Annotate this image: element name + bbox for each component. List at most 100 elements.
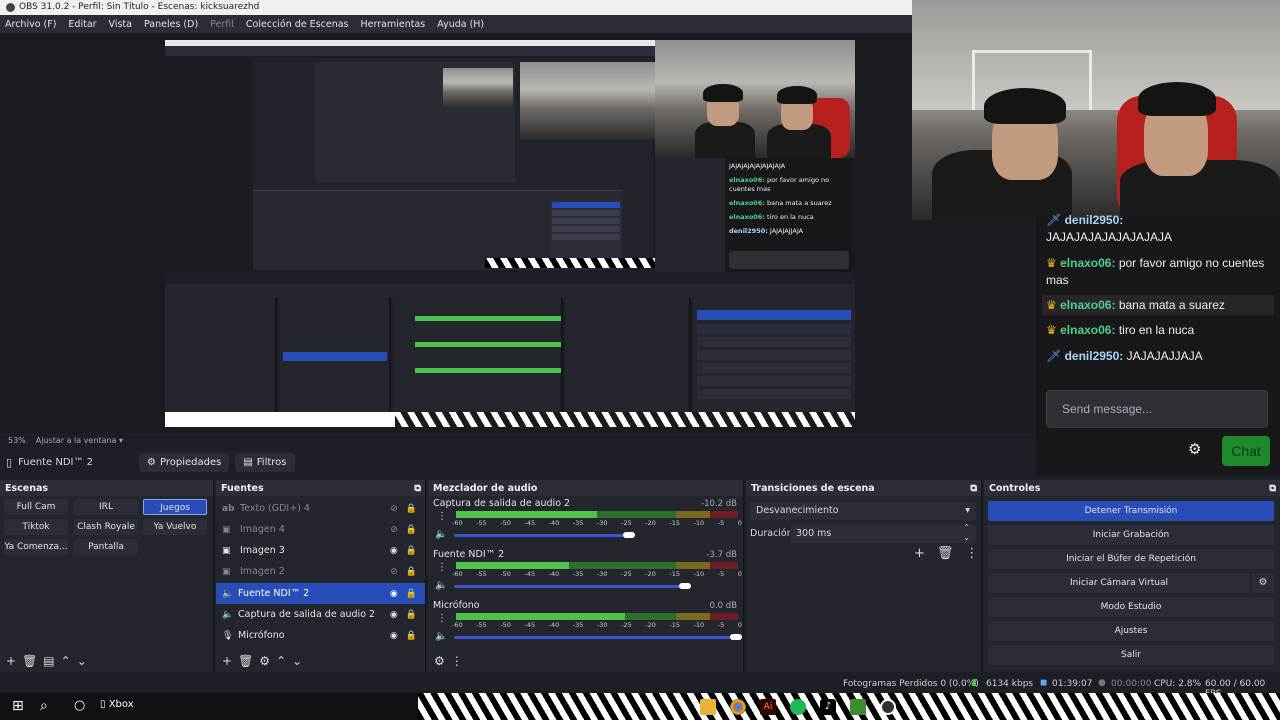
mixer-settings-icon[interactable]: ⚙ [434, 654, 445, 668]
eye-hidden-icon[interactable]: ⊘ [390, 525, 398, 535]
lock-icon[interactable]: 🔒 [406, 610, 417, 620]
arrow-down-icon[interactable]: ⌄ [77, 654, 87, 668]
chat-message-text: bana mata a suarez [1118, 298, 1225, 312]
scene-tiktok[interactable]: Tiktok [4, 519, 68, 535]
volume-slider-handle[interactable] [730, 634, 742, 640]
volume-slider[interactable] [454, 636, 736, 639]
add-scene-icon[interactable]: + [6, 654, 16, 668]
dock-undock-icon[interactable]: ⧉ [970, 483, 977, 494]
transition-select[interactable]: Desvanecimiento ▾ [750, 502, 976, 520]
lock-icon[interactable]: 🔒 [406, 567, 417, 577]
trash-icon[interactable]: 🗑 [22, 654, 37, 668]
scene-irl[interactable]: IRL [74, 499, 138, 515]
menu-paneles[interactable]: Paneles (D) [144, 19, 198, 30]
speaker-icon[interactable]: 🔈 [435, 580, 447, 591]
menu-coleccion-escenas[interactable]: Colección de Escenas [246, 19, 349, 30]
eye-icon[interactable]: ◉ [390, 589, 398, 599]
filter-icon: ▤ [243, 456, 253, 468]
more-options-icon[interactable]: ⋮ [451, 654, 463, 668]
scene-ya-comenza[interactable]: Ya Comenza... [4, 539, 68, 555]
source-row[interactable]: ▣ Imagen 2 ⊘ 🔒 [216, 561, 425, 582]
eye-hidden-icon[interactable]: ⊘ [390, 504, 398, 514]
eye-hidden-icon[interactable]: ⊘ [390, 567, 398, 577]
studio-mode-button[interactable]: Modo Estudio [988, 597, 1274, 617]
preview-canvas[interactable]: JAJAJAJAJAJAJAJAJA elnaxo06: por favor a… [165, 40, 855, 427]
lock-icon[interactable]: 🔒 [406, 504, 417, 514]
start-virtual-camera-button[interactable]: Iniciar Cámara Virtual [988, 573, 1250, 593]
filter-icon[interactable]: ▤ [43, 654, 54, 668]
lock-icon[interactable]: 🔒 [406, 589, 417, 599]
scene-full-cam[interactable]: Full Cam [4, 499, 68, 515]
speaker-icon[interactable]: 🔈 [435, 631, 447, 642]
exit-button[interactable]: Salir [988, 645, 1274, 665]
spotify-icon[interactable] [790, 698, 806, 715]
volume-slider[interactable] [454, 585, 686, 588]
menu-editar[interactable]: Editar [68, 19, 96, 30]
chrome-icon[interactable] [730, 698, 746, 715]
dock-undock-icon[interactable]: ⧉ [414, 483, 421, 494]
db-tick: -5 [717, 621, 725, 629]
speaker-icon[interactable]: 🔈 [435, 529, 447, 540]
obs-icon[interactable] [880, 698, 896, 715]
scene-juegos[interactable]: Juegos [143, 499, 207, 515]
gear-icon[interactable]: ⚙ [259, 654, 270, 668]
minecraft-icon[interactable] [850, 698, 866, 715]
channel-menu-icon[interactable]: ⋮ [437, 511, 447, 522]
scene-clash-royale[interactable]: Clash Royale [74, 519, 138, 535]
arrow-up-icon[interactable]: ⌃ [276, 654, 286, 668]
illustrator-icon[interactable]: Ai [760, 698, 776, 715]
menu-herramientas[interactable]: Herramientas [361, 19, 426, 30]
channel-menu-icon[interactable]: ⋮ [437, 613, 447, 624]
source-row[interactable]: 🔈 Captura de salida de audio 2 ◉ 🔒 [216, 604, 425, 625]
lock-icon[interactable]: 🔒 [406, 525, 417, 535]
mixer-toolbar: ⚙ ⋮ [428, 650, 743, 672]
source-row[interactable]: ▣ Imagen 3 ◉ 🔒 [216, 540, 425, 561]
chat-send-button[interactable]: Chat [1222, 436, 1270, 466]
task-view-icon[interactable]: ○ [74, 698, 85, 713]
transitions-body: Desvanecimiento ▾ Duración 300 ms ⌃ ⌄ + 🗑… [746, 496, 981, 672]
arrow-down-icon[interactable]: ⌄ [292, 654, 302, 668]
source-row[interactable]: ab Texto (GDI+) 4 ⊘ 🔒 [216, 498, 425, 519]
scene-pantalla[interactable]: Pantalla [74, 539, 138, 555]
duration-input[interactable]: 300 ms ⌃ ⌄ [790, 523, 976, 543]
chat-input[interactable]: Send message... [1046, 390, 1268, 428]
filters-button[interactable]: ▤ Filtros [235, 452, 295, 472]
more-options-icon[interactable]: ⋮ [965, 546, 978, 561]
controls-body: Detener Transmisión Iniciar Grabación In… [984, 496, 1280, 672]
eye-icon[interactable]: ◉ [390, 546, 398, 556]
source-row-selected[interactable]: 🔈 Fuente NDI™ 2 ◉ 🔒 [216, 583, 425, 604]
eye-icon[interactable]: ◉ [390, 610, 398, 620]
settings-button[interactable]: Ajustes [988, 621, 1274, 641]
eye-icon[interactable]: ◉ [390, 631, 398, 641]
source-row[interactable]: ▣ Imagen 4 ⊘ 🔒 [216, 519, 425, 540]
menu-ayuda[interactable]: Ayuda (H) [437, 19, 484, 30]
trash-icon[interactable]: 🗑 [238, 654, 253, 668]
windows-start-icon[interactable]: ⊞ [12, 698, 24, 714]
search-icon[interactable]: ⌕ [40, 698, 48, 714]
tiktok-icon[interactable]: ♪ [820, 698, 836, 715]
gear-icon[interactable]: ⚙ [1252, 573, 1274, 593]
volume-slider-handle[interactable] [622, 532, 635, 538]
start-replay-buffer-button[interactable]: Iniciar el Búfer de Repetición [988, 549, 1274, 569]
menu-archivo[interactable]: Archivo (F) [5, 19, 56, 30]
lock-icon[interactable]: 🔒 [406, 631, 417, 641]
volume-slider[interactable] [454, 534, 629, 537]
scene-ya-vuelvo[interactable]: Ya Vuelvo [143, 519, 207, 535]
menu-vista[interactable]: Vista [109, 19, 132, 30]
add-transition-icon[interactable]: + [914, 546, 925, 561]
lock-icon[interactable]: 🔒 [406, 546, 417, 556]
taskbar-app[interactable]: ▯ Xbox [100, 699, 134, 710]
folder-icon[interactable] [700, 698, 716, 715]
start-recording-button[interactable]: Iniciar Grabación [988, 525, 1274, 545]
channel-menu-icon[interactable]: ⋮ [437, 562, 447, 573]
dock-undock-icon[interactable]: ⧉ [1269, 483, 1276, 494]
trash-icon[interactable]: 🗑 [937, 546, 954, 561]
volume-slider-handle[interactable] [679, 583, 692, 589]
properties-button[interactable]: ⚙ Propiedades [139, 452, 230, 472]
stop-streaming-button[interactable]: Detener Transmisión [988, 501, 1274, 521]
zoom-mode-select[interactable]: Ajustar a la ventana ▾ [36, 436, 123, 445]
arrow-up-icon[interactable]: ⌃ [61, 654, 71, 668]
gear-icon[interactable]: ⚙ [1188, 440, 1201, 458]
source-row[interactable]: 🎙 Micrófono ◉ 🔒 [216, 625, 425, 646]
add-source-icon[interactable]: + [222, 654, 232, 668]
